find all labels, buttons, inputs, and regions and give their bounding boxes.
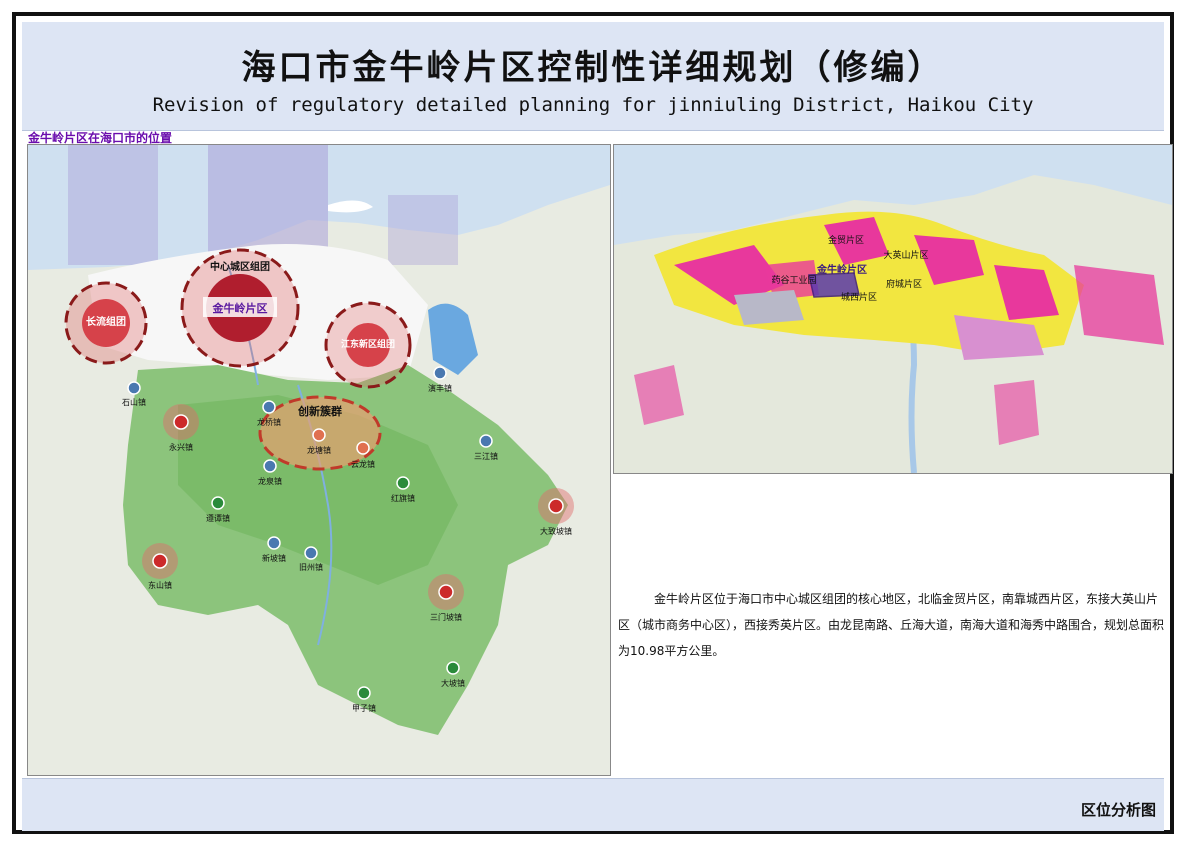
center-cluster-label: 中心城区组团 [210,260,270,273]
footer-label: 区位分析图 [1080,801,1156,819]
title-english: Revision of regulatory detailed planning… [152,94,1034,116]
svg-text:龙泉镇: 龙泉镇 [258,476,282,486]
svg-text:大坡镇: 大坡镇 [441,678,465,688]
title-chinese: 海口市金牛岭片区控制性详细规划（修编） [241,48,945,88]
svg-text:三门坡镇: 三门坡镇 [430,612,462,622]
svg-text:旧州镇: 旧州镇 [299,562,323,572]
label-yaogu: 药谷工业园 [771,275,816,286]
svg-text:石山镇: 石山镇 [122,397,146,407]
svg-text:大致坡镇: 大致坡镇 [540,526,572,536]
label-jinmao: 金贸片区 [828,234,864,246]
innovation-cluster-label: 创新簇群 [297,404,342,418]
district-landuse-map: 金贸片区 大英山片区 药谷工业园 金牛岭片区 府城片区 城西片区 [613,144,1173,474]
svg-text:三江镇: 三江镇 [474,451,498,461]
svg-text:龙塘镇: 龙塘镇 [307,445,331,455]
title-bar: 海口市金牛岭片区控制性详细规划（修编） Revision of regulato… [22,22,1164,131]
poster-frame: 海口市金牛岭片区控制性详细规划（修编） Revision of regulato… [12,12,1174,834]
svg-text:红旗镇: 红旗镇 [391,493,415,503]
jiangdong-cluster-label: 江东新区组团 [341,338,395,350]
label-jinniuling: 金牛岭片区 [816,263,867,276]
svg-text:演丰镇: 演丰镇 [428,383,452,393]
footer-bar: 区位分析图 [22,778,1164,831]
svg-text:东山镇: 东山镇 [148,580,172,590]
label-chengxi: 城西片区 [841,291,877,303]
svg-text:永兴镇: 永兴镇 [169,442,193,452]
jinniuling-marker-label: 金牛岭片区 [212,301,268,315]
label-fucheng: 府城片区 [886,278,922,290]
regional-location-map: 中心城区组团 金牛岭片区 长流组团 江东新区组团 创新簇群 永兴镇 龙塘镇 云龙… [27,144,611,776]
label-dayingshan: 大英山片区 [883,249,928,261]
svg-text:龙桥镇: 龙桥镇 [257,417,281,427]
svg-text:甲子镇: 甲子镇 [352,703,376,713]
town-node-sanmenpo: 三门坡镇 [428,574,464,622]
district-description: 金牛岭片区位于海口市中心城区组团的核心地区，北临金贸片区，南靠城西片区，东接大英… [618,592,1165,658]
svg-text:云龙镇: 云龙镇 [351,459,375,469]
town-node-dazhipo: 大致坡镇 [538,488,574,536]
svg-text:新坡镇: 新坡镇 [262,553,286,563]
changliu-cluster-label: 长流组团 [86,315,126,328]
svg-text:遵谭镇: 遵谭镇 [206,513,230,523]
